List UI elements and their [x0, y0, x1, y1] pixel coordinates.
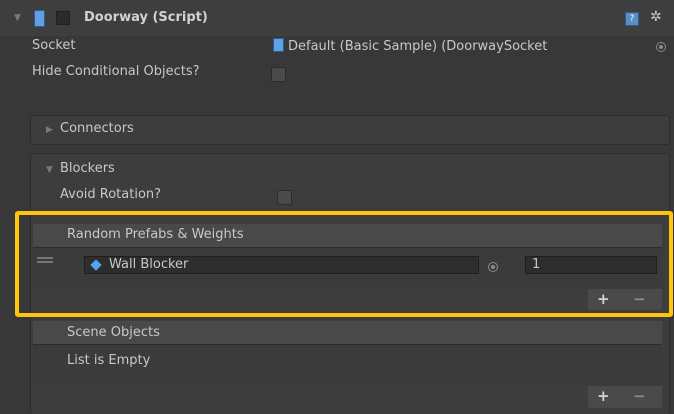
remove-scene-object-button[interactable]: −: [633, 387, 646, 405]
foldout-arrow-icon[interactable]: ▼: [14, 13, 21, 23]
gear-icon[interactable]: ✲: [650, 9, 662, 25]
object-picker-icon[interactable]: [656, 42, 666, 52]
socket-field[interactable]: Default (Basic Sample) (DoorwaySocket: [273, 38, 647, 56]
avoid-rotation-checkbox[interactable]: [277, 190, 292, 205]
blockers-foldout-icon[interactable]: ▼: [46, 165, 53, 175]
highlight-frame: [15, 211, 673, 317]
enabled-checkbox[interactable]: [56, 11, 70, 25]
hide-conditional-label: Hide Conditional Objects?: [32, 64, 200, 79]
scene-objects-empty-text: List is Empty: [67, 353, 151, 368]
script-icon: [34, 10, 45, 27]
connectors-foldout-icon[interactable]: ▶: [46, 125, 53, 135]
help-icon[interactable]: ?: [625, 12, 639, 26]
hide-conditional-checkbox[interactable]: [271, 67, 286, 82]
add-scene-object-button[interactable]: +: [597, 387, 610, 405]
socket-value: Default (Basic Sample) (DoorwaySocket: [288, 39, 548, 54]
socket-label: Socket: [32, 38, 76, 53]
connectors-label[interactable]: Connectors: [60, 121, 134, 136]
avoid-rotation-label: Avoid Rotation?: [60, 187, 162, 202]
scriptable-object-icon: [273, 38, 284, 52]
blockers-label[interactable]: Blockers: [60, 161, 115, 176]
component-title: Doorway (Script): [84, 10, 208, 25]
scene-objects-title: Scene Objects: [67, 325, 160, 340]
